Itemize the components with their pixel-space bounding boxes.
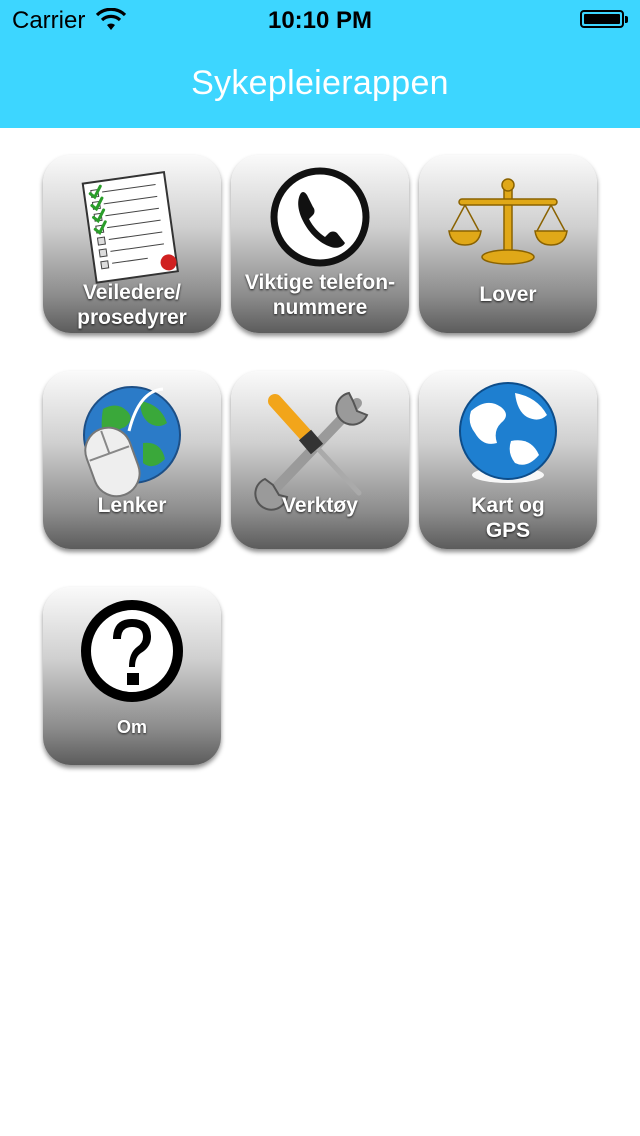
tile-lover[interactable]: Lover [419,155,597,333]
tile-om[interactable]: Om [43,587,221,765]
checklist-icon [81,171,179,284]
tile-label: Veiledere/prosedyrer [77,281,187,329]
tile-label: Kart og GPS [471,494,545,542]
globe-icon [459,382,557,483]
tile-label: Verktøy [282,494,358,517]
status-bar: Carrier 10:10 PM [0,0,640,40]
tile-label: Viktige telefon-nummere [244,271,396,319]
tile-telefonnummere[interactable]: Viktige telefon-nummere [231,155,409,333]
tile-label: Lover [479,283,537,306]
tile-kart-gps[interactable]: Kart og GPS [419,371,597,549]
page-title: Sykepleierappen [191,64,449,102]
tile-label: Om [116,717,147,737]
tile-veiledere[interactable]: Veiledere/prosedyrer [43,155,221,333]
nav-bar: Carrier 10:10 PM Sykepleierappen [0,0,640,128]
globe-mouse-icon [83,386,181,498]
tools-icon [254,391,369,511]
scales-icon [448,178,568,265]
question-icon [81,600,183,702]
tile-label: Lenker [97,494,167,517]
tile-verktoy[interactable]: Verktøy [231,371,409,549]
battery-icon [580,10,628,28]
tile-lenker[interactable]: Lenker [43,371,221,549]
clock: 10:10 PM [267,7,373,34]
